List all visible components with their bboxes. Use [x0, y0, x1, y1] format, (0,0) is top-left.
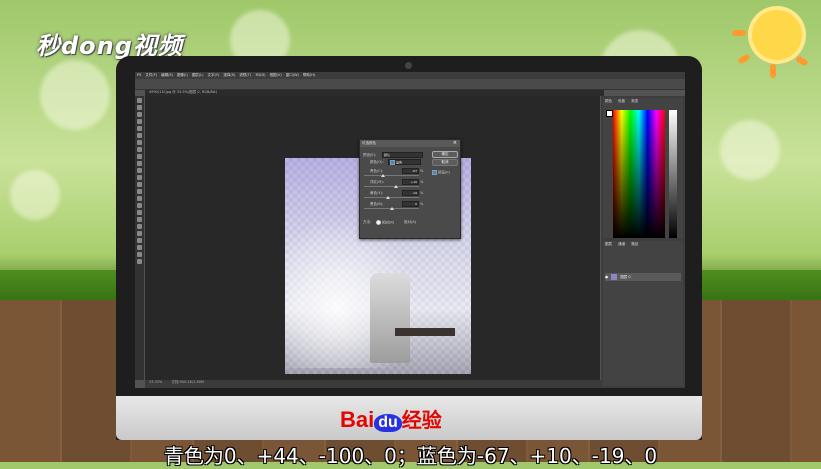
tool-icon[interactable] [137, 245, 142, 250]
tool-icon[interactable] [137, 147, 142, 152]
checkbox-icon [432, 170, 437, 175]
cyan-slider[interactable] [364, 174, 419, 177]
figure [370, 273, 410, 363]
tool-icon[interactable] [137, 231, 142, 236]
tool-icon[interactable] [137, 259, 142, 264]
zoom-readout: 33.33% [149, 380, 163, 384]
preview-checkbox[interactable]: 预览(P) [432, 170, 450, 176]
tool-icon[interactable] [137, 210, 142, 215]
absolute-radio[interactable]: 绝对(A) [404, 220, 416, 225]
selective-color-dialog: 可选颜色 × 预设(E): 默认 颜色(O): 蓝色 青色(C): -67 % … [359, 139, 461, 239]
tool-icon[interactable] [137, 182, 142, 187]
status-bar: 33.33% 文档:900.1K/1.60M [145, 380, 604, 388]
tab-color[interactable]: 颜色 [605, 99, 612, 103]
menu-item[interactable]: 帮助(H) [303, 73, 315, 78]
menu-item[interactable]: 窗口(W) [286, 73, 299, 78]
bench [395, 328, 455, 336]
eye-icon[interactable]: ● [605, 275, 608, 279]
menu-item[interactable]: 图层(L) [192, 73, 204, 78]
tool-icon[interactable] [137, 105, 142, 110]
menu-item[interactable]: 编辑(E) [161, 73, 173, 78]
yellow-slider[interactable] [364, 196, 419, 199]
black-input[interactable]: 0 [402, 201, 419, 207]
tool-icon[interactable] [137, 175, 142, 180]
tool-icon[interactable] [137, 196, 142, 201]
magenta-label: 洋红(M): [370, 180, 384, 184]
method-label: 方法: [363, 220, 372, 224]
tool-icon[interactable] [137, 161, 142, 166]
yellow-input[interactable]: -19 [402, 190, 419, 196]
tool-icon[interactable] [137, 112, 142, 117]
webcam [405, 62, 412, 69]
tab-layers[interactable]: 图层 [605, 242, 612, 246]
tool-icon[interactable] [137, 217, 142, 222]
layer-row[interactable]: ● 图层 0 [605, 273, 681, 281]
tool-icon[interactable] [137, 154, 142, 159]
tab-gradients[interactable]: 渐变 [631, 99, 638, 103]
cancel-button[interactable]: 取消 [432, 159, 458, 166]
right-panels: 颜色 色板 渐变 图层 通道 路径 ● 图层 0 [601, 96, 685, 388]
color-panel: 颜色 色板 渐变 [603, 98, 683, 238]
ok-button[interactable]: 确定 [432, 151, 458, 158]
layers-panel: 图层 通道 路径 ● 图层 0 [603, 241, 683, 386]
tool-icon[interactable] [137, 168, 142, 173]
magenta-slider[interactable] [364, 185, 419, 188]
tool-icon[interactable] [137, 252, 142, 257]
tool-icon[interactable] [137, 203, 142, 208]
colors-label: 颜色(O): [370, 160, 384, 164]
yellow-label: 黄色(Y): [370, 191, 384, 195]
cyan-input[interactable]: -67 [402, 168, 419, 174]
magenta-input[interactable]: +10 [402, 179, 419, 185]
gray-slider[interactable] [669, 110, 677, 238]
preset-label: 预设(E): [363, 153, 377, 157]
subtitle-caption: 青色为0、+44、-100、0；蓝色为-67、+10、-19、0 [163, 444, 658, 468]
doc-size: 文档:900.1K/1.60M [171, 380, 204, 384]
dialog-title: 可选颜色 [360, 140, 460, 147]
layer-name: 图层 0 [620, 275, 631, 279]
relative-radio[interactable]: 相对(R) [376, 220, 394, 226]
menu-item[interactable]: PS [137, 73, 141, 77]
black-slider[interactable] [364, 207, 419, 210]
tab-swatches[interactable]: 色板 [618, 99, 625, 103]
colors-select[interactable]: 蓝色 [388, 159, 421, 165]
menu-item[interactable]: 文字(Y) [208, 73, 220, 78]
tool-icon[interactable] [137, 98, 142, 103]
tools-panel [135, 96, 144, 380]
layer-thumbnail [611, 274, 618, 280]
tool-icon[interactable] [137, 140, 142, 145]
tool-icon[interactable] [137, 119, 142, 124]
tab-channels[interactable]: 通道 [618, 242, 625, 246]
tool-icon[interactable] [137, 224, 142, 229]
close-icon[interactable]: × [453, 140, 457, 146]
photoshop-window: PS 文件(F) 编辑(E) 图像(I) 图层(L) 文字(Y) 选择(S) 滤镜(T) 3D(… [135, 72, 685, 388]
foreground-swatch[interactable] [606, 110, 613, 117]
tool-icon[interactable] [137, 126, 142, 131]
baidu-logo: Bai du 经验 [340, 407, 442, 432]
color-swatch [390, 160, 395, 165]
document-tab[interactable]: 4990/11f.jpg @ 33.5%(图层 0, RGB/8#) [145, 90, 604, 96]
tool-icon[interactable] [137, 238, 142, 243]
radio-icon [376, 220, 381, 225]
menu-item[interactable]: 滤镜(T) [239, 73, 251, 78]
menu-bar: PS 文件(F) 编辑(E) 图像(I) 图层(L) 文字(Y) 选择(S) 滤镜(T) 3D(… [135, 72, 685, 79]
menu-item[interactable]: 图像(I) [177, 73, 188, 78]
tab-paths[interactable]: 路径 [631, 242, 638, 246]
tool-icon[interactable] [137, 133, 142, 138]
color-spectrum[interactable] [613, 110, 665, 238]
menu-item[interactable]: 3D(D) [255, 73, 265, 77]
menu-item[interactable]: 文件(F) [145, 73, 157, 78]
black-label: 黑色(B): [370, 202, 384, 206]
menu-item[interactable]: 视图(V) [270, 73, 282, 78]
preset-select[interactable]: 默认 [382, 152, 423, 158]
options-bar [135, 79, 685, 90]
menu-item[interactable]: 选择(S) [223, 73, 235, 78]
tool-icon[interactable] [137, 189, 142, 194]
